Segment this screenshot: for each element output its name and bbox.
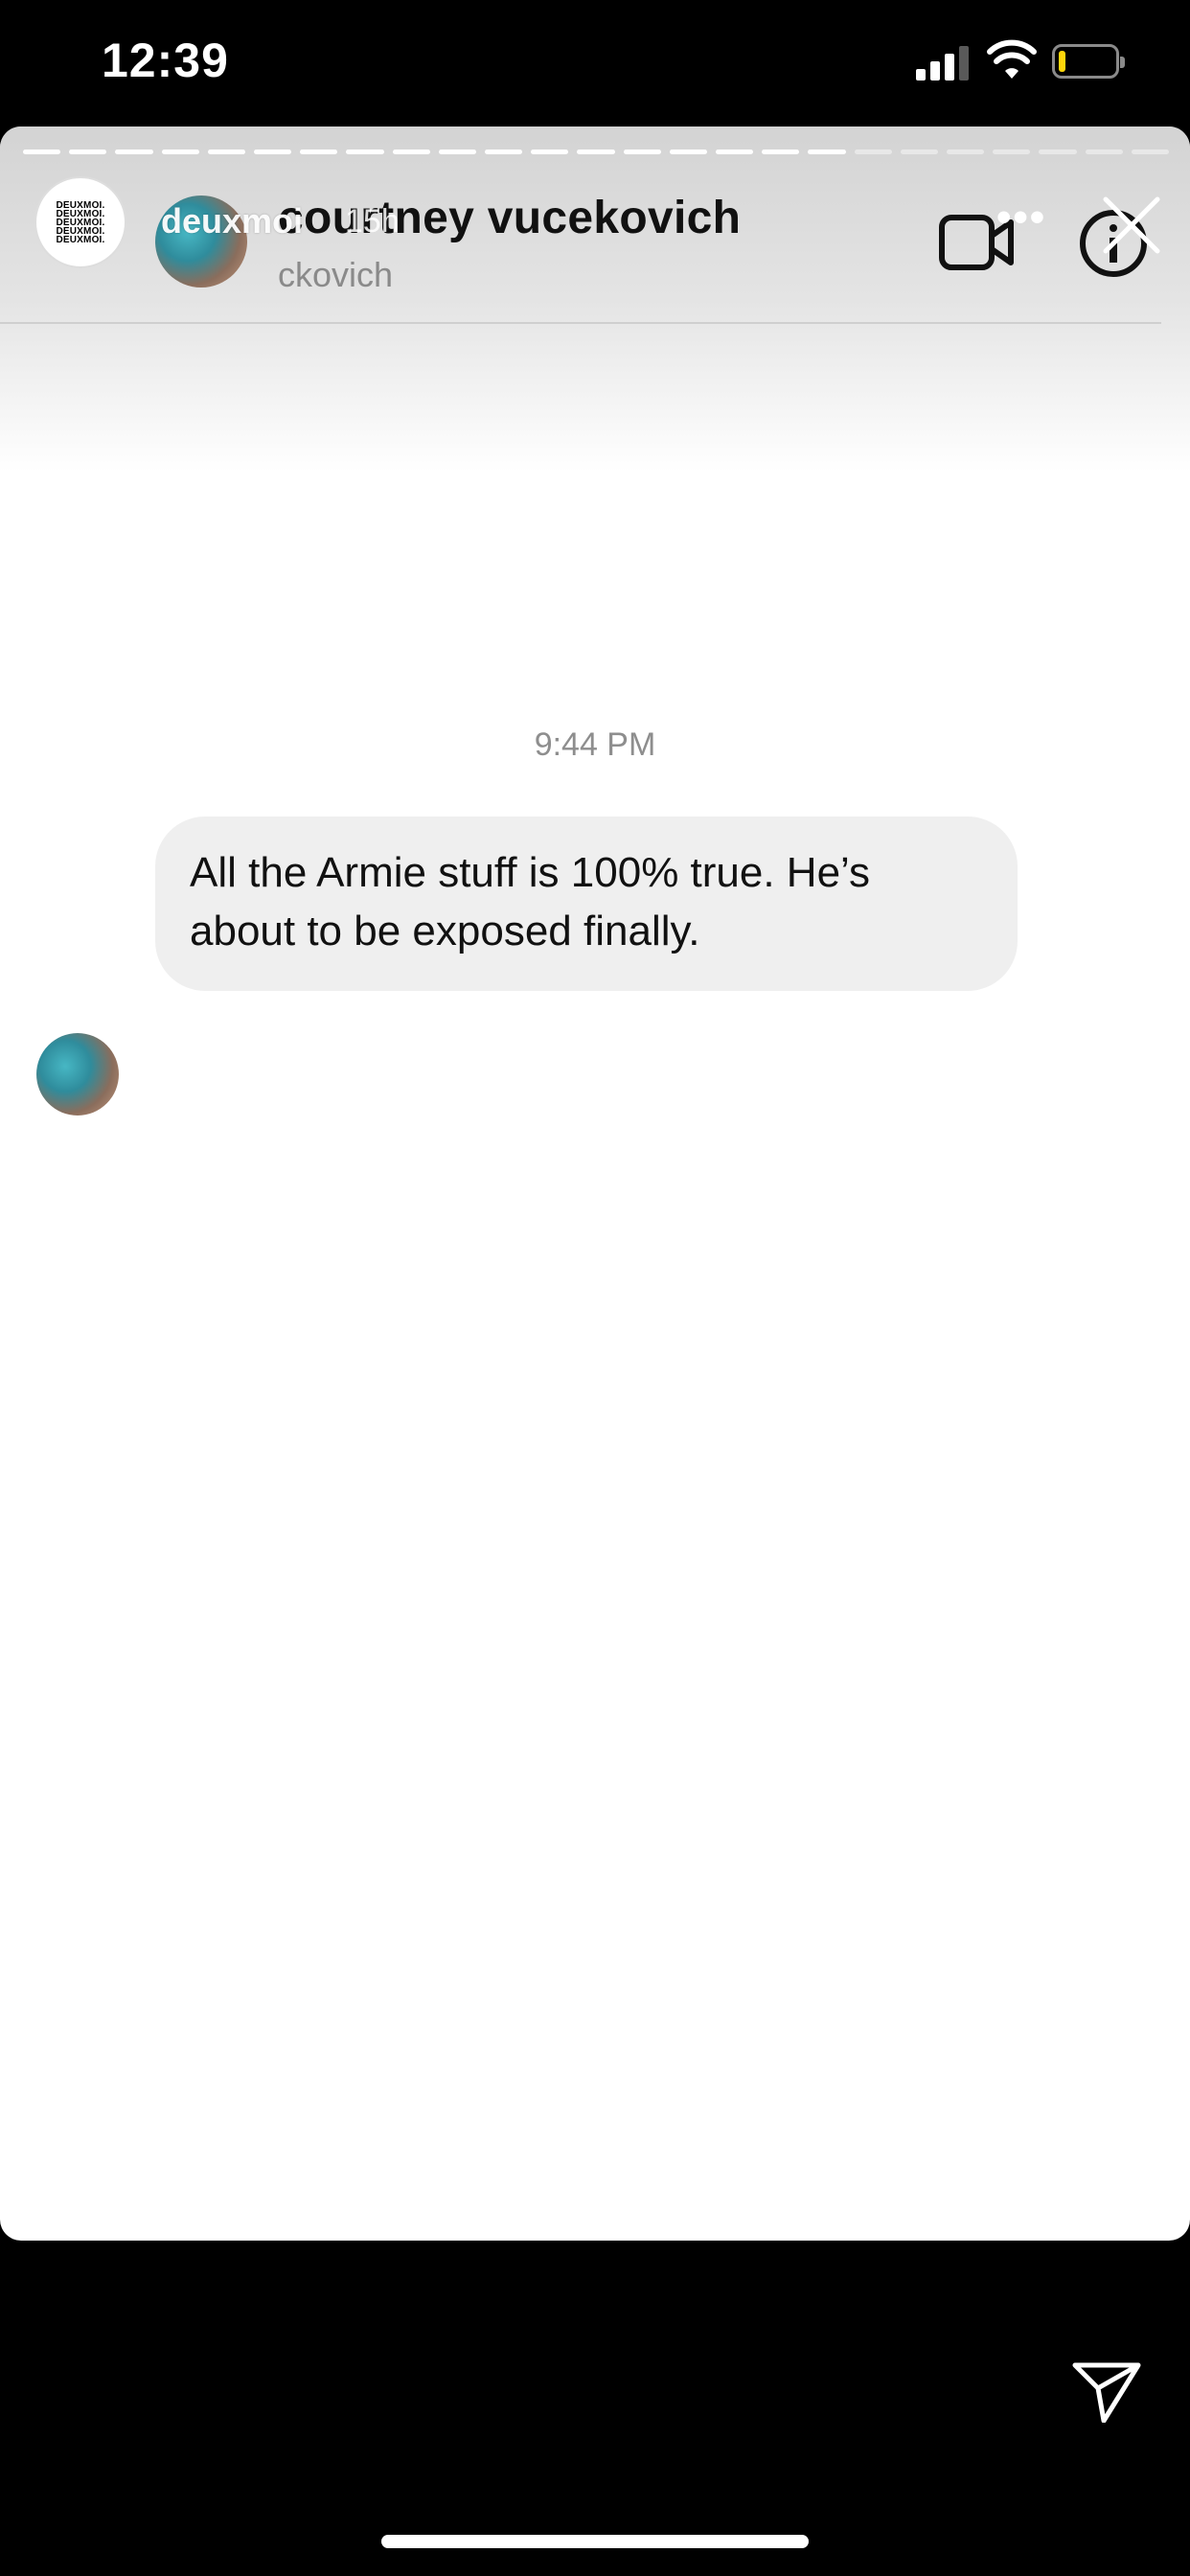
progress-segment xyxy=(669,150,708,154)
progress-segment xyxy=(900,150,939,154)
progress-segment xyxy=(623,150,661,154)
progress-segment xyxy=(762,150,800,154)
progress-segment xyxy=(23,150,61,154)
progress-segment xyxy=(1131,150,1170,154)
progress-segment xyxy=(69,150,107,154)
more-options-icon[interactable]: ••• xyxy=(996,194,1046,242)
progress-segment xyxy=(207,150,246,154)
progress-segment xyxy=(808,150,846,154)
cellular-signal-icon xyxy=(916,46,970,80)
battery-level xyxy=(1059,51,1065,72)
battery-icon xyxy=(1052,44,1125,79)
story-time-ago: 15h xyxy=(345,203,400,240)
progress-segment xyxy=(577,150,615,154)
story-progress-bar xyxy=(23,150,1170,154)
send-share-icon[interactable] xyxy=(1071,2361,1142,2423)
progress-segment xyxy=(531,150,569,154)
close-icon[interactable] xyxy=(1100,194,1163,257)
story-username[interactable]: deuxmoi xyxy=(161,201,303,242)
status-time: 12:39 xyxy=(102,34,229,87)
progress-segment xyxy=(300,150,338,154)
progress-segment xyxy=(1039,150,1077,154)
progress-segment xyxy=(1085,150,1123,154)
progress-segment xyxy=(115,150,153,154)
progress-segment xyxy=(438,150,477,154)
contact-handle: ckovich xyxy=(278,255,394,294)
home-indicator[interactable] xyxy=(381,2535,809,2548)
progress-segment xyxy=(346,150,384,154)
progress-segment xyxy=(716,150,754,154)
message-timestamp: 9:44 PM xyxy=(534,726,656,763)
progress-segment xyxy=(392,150,430,154)
wifi-icon xyxy=(987,39,1037,79)
sender-avatar xyxy=(36,1033,119,1116)
header-shade xyxy=(0,126,1190,472)
progress-segment xyxy=(254,150,292,154)
progress-segment xyxy=(947,150,985,154)
header-divider xyxy=(0,322,1161,324)
avatar-logo-text: DEUXMOI. xyxy=(56,234,105,245)
progress-segment xyxy=(854,150,892,154)
progress-segment xyxy=(161,150,199,154)
progress-segment xyxy=(485,150,523,154)
progress-segment xyxy=(993,150,1031,154)
story-owner-avatar[interactable]: DEUXMOI. DEUXMOI. DEUXMOI. DEUXMOI. DEUXMOI. xyxy=(34,176,126,268)
message-bubble: All the Armie stuff is 100% true. He’s a… xyxy=(155,816,1018,991)
story-card[interactable]: courtney vucekovich ckovich DEUXMOI. DEUX… xyxy=(0,126,1190,2241)
